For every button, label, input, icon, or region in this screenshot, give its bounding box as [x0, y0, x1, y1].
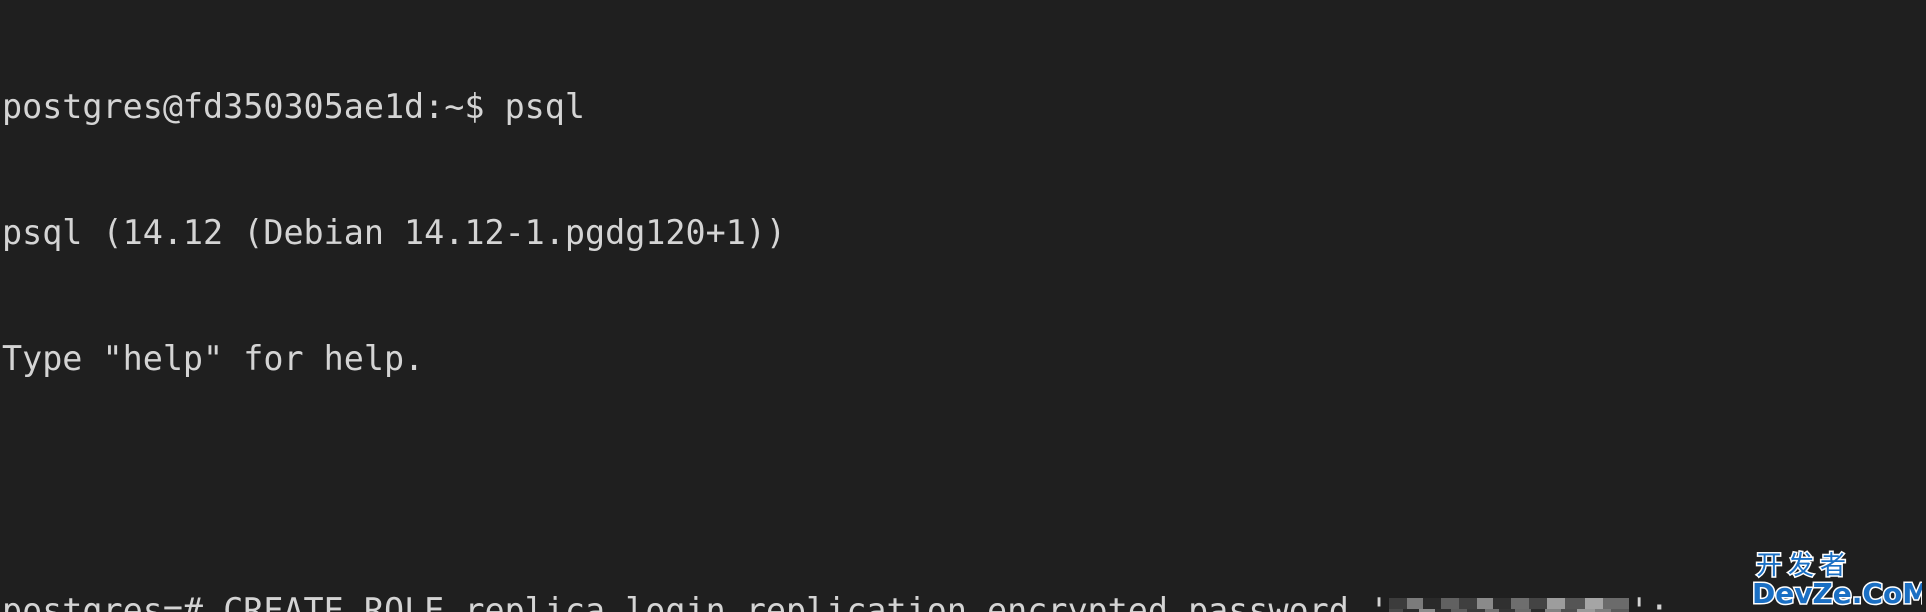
create-role-command-suffix: '; — [1629, 591, 1670, 612]
redacted-password-blur — [1389, 598, 1630, 612]
terminal-window[interactable]: postgres@fd350305ae1d:~$ psql psql (14.1… — [0, 0, 1926, 612]
terminal-line-create-role-command: postgres=# CREATE ROLE replica login rep… — [2, 590, 1926, 612]
terminal-line-blank-1 — [2, 464, 1926, 506]
terminal-line-help-hint: Type "help" for help. — [2, 339, 425, 378]
create-role-command-prefix: postgres=# CREATE ROLE replica login rep… — [2, 591, 1390, 612]
watermark-devze-logo: 开发者 DevZe.CoM — [1752, 548, 1922, 611]
watermark-en-text: DevZe.CoM — [1752, 577, 1922, 610]
terminal-line-shell-command: postgres@fd350305ae1d:~$ psql — [2, 87, 585, 126]
terminal-line-psql-version: psql (14.12 (Debian 14.12-1.pgdg120+1)) — [2, 213, 787, 252]
